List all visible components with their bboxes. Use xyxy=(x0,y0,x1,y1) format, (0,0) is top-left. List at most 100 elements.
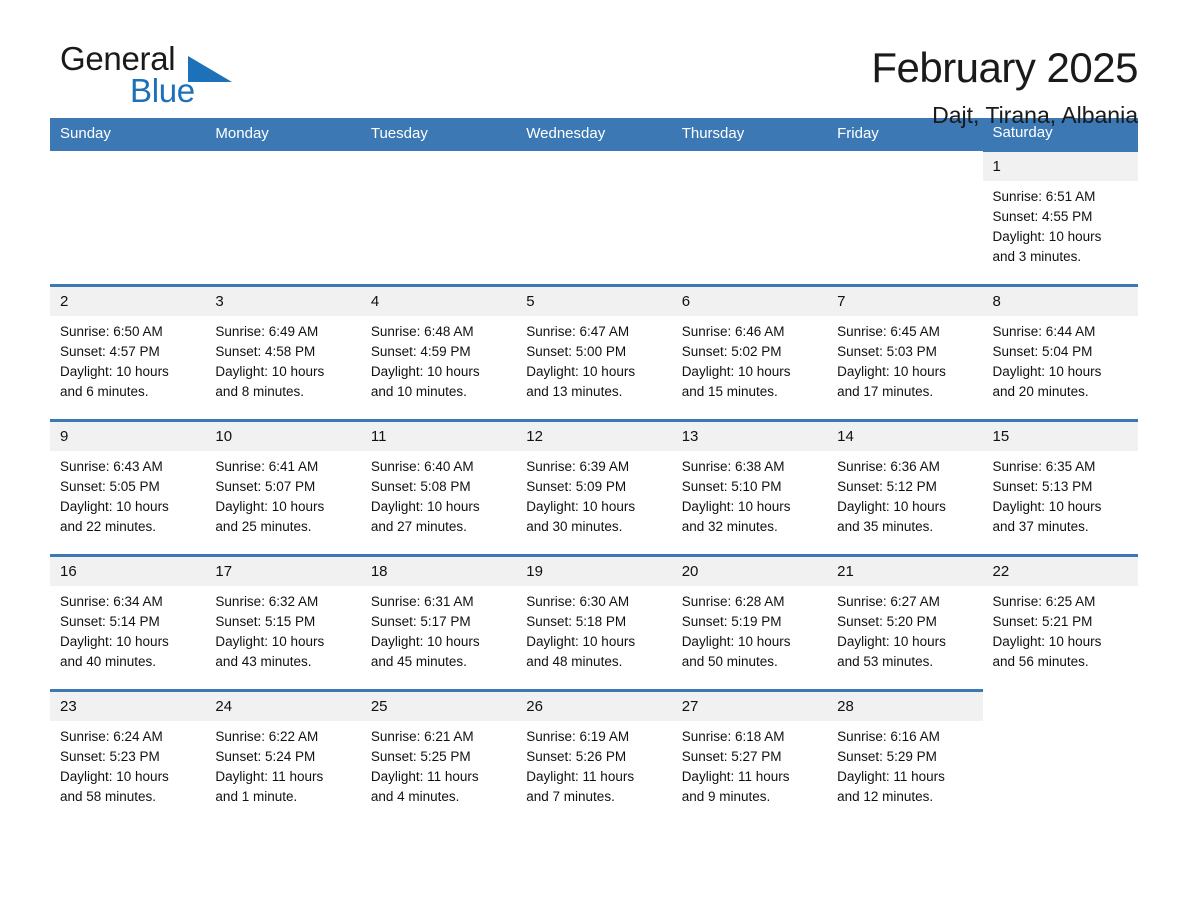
calendar-week-row: 9 Sunrise: 6:43 AM Sunset: 5:05 PM Daylight… xyxy=(50,419,1138,556)
day-details: Sunrise: 6:35 AM Sunset: 5:13 PM Daylight:… xyxy=(983,451,1138,537)
daylight-duration-line1: Daylight: 10 hours xyxy=(526,634,636,649)
day-details: Sunrise: 6:46 AM Sunset: 5:02 PM Daylight:… xyxy=(672,316,827,402)
calendar-day-cell[interactable]: 15 Sunrise: 6:35 AM Sunset: 5:13 PM Dayligh… xyxy=(982,419,1138,556)
calendar-day-cell[interactable]: 16 Sunrise: 6:34 AM Sunset: 5:14 PM Dayligh… xyxy=(50,554,206,691)
calendar-day-cell[interactable]: 18 Sunrise: 6:31 AM Sunset: 5:17 PM Dayligh… xyxy=(360,554,517,691)
daylight-duration-line2: and 45 minutes. xyxy=(370,654,467,669)
calendar-day-cell[interactable]: 19 Sunrise: 6:30 AM Sunset: 5:18 PM Dayligh… xyxy=(516,554,672,691)
sunset-time: Sunset: 5:02 PM xyxy=(681,344,782,359)
calendar-day-cell[interactable]: 9 Sunrise: 6:43 AM Sunset: 5:05 PM Daylight… xyxy=(50,419,206,556)
calendar-day-cell[interactable]: 24 Sunrise: 6:22 AM Sunset: 5:24 PM Dayligh… xyxy=(205,689,361,807)
sunset-time: Sunset: 5:27 PM xyxy=(681,749,782,764)
calendar-day-cell[interactable]: 11 Sunrise: 6:40 AM Sunset: 5:08 PM Dayligh… xyxy=(360,419,517,556)
daylight-duration-line2: and 22 minutes. xyxy=(60,519,157,534)
calendar-day-cell[interactable]: 14 Sunrise: 6:36 AM Sunset: 5:12 PM Dayligh… xyxy=(827,419,983,556)
calendar-week-row: 16 Sunrise: 6:34 AM Sunset: 5:14 PM Dayligh… xyxy=(50,554,1138,691)
calendar-day-cell[interactable]: 28 Sunrise: 6:16 AM Sunset: 5:29 PM Dayligh… xyxy=(827,689,983,807)
calendar-day-cell[interactable]: 26 Sunrise: 6:19 AM Sunset: 5:26 PM Dayligh… xyxy=(516,689,672,807)
weekday-header-wednesday: Wednesday xyxy=(516,118,672,151)
calendar-day-cell[interactable]: 13 Sunrise: 6:38 AM Sunset: 5:10 PM Dayligh… xyxy=(671,419,828,556)
calendar-day-cell[interactable]: 8 Sunrise: 6:44 AM Sunset: 5:04 PM Daylight… xyxy=(982,284,1138,421)
daylight-duration-line1: Daylight: 10 hours xyxy=(837,499,946,514)
calendar-day-cell[interactable]: 4 Sunrise: 6:48 AM Sunset: 4:59 PM Daylight… xyxy=(360,284,517,421)
sunset-time: Sunset: 5:08 PM xyxy=(370,479,471,494)
daylight-duration-line1: Daylight: 10 hours xyxy=(992,229,1102,244)
sunrise-time: Sunrise: 6:36 AM xyxy=(837,459,940,474)
day-number: 14 xyxy=(827,422,983,451)
sunset-time: Sunset: 5:20 PM xyxy=(837,614,937,629)
sunset-time: Sunset: 5:18 PM xyxy=(526,614,627,629)
triangle-icon xyxy=(188,56,232,82)
day-details: Sunrise: 6:34 AM Sunset: 5:14 PM Daylight:… xyxy=(50,586,205,672)
sunrise-time: Sunrise: 6:35 AM xyxy=(992,459,1096,474)
sunset-time: Sunset: 5:13 PM xyxy=(992,479,1093,494)
daylight-duration-line1: Daylight: 10 hours xyxy=(60,634,169,649)
sunrise-time: Sunrise: 6:21 AM xyxy=(370,729,474,744)
day-details: Sunrise: 6:39 AM Sunset: 5:09 PM Daylight:… xyxy=(516,451,671,537)
daylight-duration-line1: Daylight: 10 hours xyxy=(681,364,791,379)
daylight-duration-line2: and 1 minute. xyxy=(215,789,298,804)
day-details: Sunrise: 6:16 AM Sunset: 5:29 PM Daylight:… xyxy=(827,721,982,807)
day-details: Sunrise: 6:51 AM Sunset: 4:55 PM Daylight:… xyxy=(983,181,1138,267)
sunrise-time: Sunrise: 6:25 AM xyxy=(992,594,1096,609)
daylight-duration-line2: and 35 minutes. xyxy=(837,519,934,534)
daylight-duration-line2: and 15 minutes. xyxy=(681,384,778,399)
title-block: February 2025 Dajt, Tirana, Albania xyxy=(871,40,1138,132)
daylight-duration-line2: and 8 minutes. xyxy=(215,384,304,399)
day-number: 5 xyxy=(516,287,672,316)
sunset-time: Sunset: 5:25 PM xyxy=(370,749,471,764)
day-details: Sunrise: 6:19 AM Sunset: 5:26 PM Daylight:… xyxy=(516,721,671,807)
calendar-day-cell[interactable]: 5 Sunrise: 6:47 AM Sunset: 5:00 PM Daylight… xyxy=(516,284,672,421)
calendar-week-row: 1 Sunrise: 6:51 AM Sunset: 4:55 PM Daylight… xyxy=(50,149,1138,286)
day-number: 3 xyxy=(205,287,361,316)
calendar-day-cell[interactable]: 20 Sunrise: 6:28 AM Sunset: 5:19 PM Dayligh… xyxy=(671,554,828,691)
sunrise-time: Sunrise: 6:28 AM xyxy=(681,594,785,609)
daylight-duration-line2: and 27 minutes. xyxy=(370,519,467,534)
calendar-day-cell[interactable]: 17 Sunrise: 6:32 AM Sunset: 5:15 PM Dayligh… xyxy=(205,554,361,691)
daylight-duration-line2: and 56 minutes. xyxy=(992,654,1089,669)
daylight-duration-line1: Daylight: 10 hours xyxy=(526,364,636,379)
daylight-duration-line1: Daylight: 10 hours xyxy=(60,364,169,379)
calendar-day-cell[interactable]: 21 Sunrise: 6:27 AM Sunset: 5:20 PM Dayligh… xyxy=(827,554,983,691)
sunset-time: Sunset: 5:04 PM xyxy=(992,344,1093,359)
calendar-body: 1 Sunrise: 6:51 AM Sunset: 4:55 PM Daylight… xyxy=(50,149,1138,807)
calendar-day-cell[interactable]: 27 Sunrise: 6:18 AM Sunset: 5:27 PM Dayligh… xyxy=(671,689,828,807)
day-number: 19 xyxy=(516,557,672,586)
calendar-day-cell[interactable]: 3 Sunrise: 6:49 AM Sunset: 4:58 PM Daylight… xyxy=(205,284,361,421)
calendar-day-cell[interactable]: 2 Sunrise: 6:50 AM Sunset: 4:57 PM Daylight… xyxy=(50,284,206,421)
sunset-time: Sunset: 5:05 PM xyxy=(60,479,160,494)
calendar-day-cell[interactable]: 10 Sunrise: 6:41 AM Sunset: 5:07 PM Dayligh… xyxy=(205,419,361,556)
sunrise-time: Sunrise: 6:38 AM xyxy=(681,459,785,474)
calendar-day-cell[interactable]: 1 Sunrise: 6:51 AM Sunset: 4:55 PM Daylight… xyxy=(982,149,1138,286)
sunrise-time: Sunrise: 6:47 AM xyxy=(526,324,630,339)
daylight-duration-line1: Daylight: 10 hours xyxy=(992,364,1102,379)
daylight-duration-line2: and 48 minutes. xyxy=(526,654,623,669)
calendar-day-cell[interactable]: 12 Sunrise: 6:39 AM Sunset: 5:09 PM Dayligh… xyxy=(516,419,672,556)
calendar-day-cell[interactable]: 7 Sunrise: 6:45 AM Sunset: 5:03 PM Daylight… xyxy=(827,284,983,421)
day-number: 4 xyxy=(360,287,517,316)
sunrise-time: Sunrise: 6:32 AM xyxy=(215,594,319,609)
day-details: Sunrise: 6:48 AM Sunset: 4:59 PM Daylight:… xyxy=(361,316,516,402)
daylight-duration-line1: Daylight: 10 hours xyxy=(215,364,325,379)
daylight-duration-line1: Daylight: 10 hours xyxy=(215,634,325,649)
sunset-time: Sunset: 5:14 PM xyxy=(60,614,160,629)
calendar-day-cell-empty xyxy=(516,150,672,286)
day-number: 17 xyxy=(205,557,361,586)
page-title: February 2025 xyxy=(871,44,1138,91)
sunset-time: Sunset: 5:09 PM xyxy=(526,479,627,494)
sunrise-time: Sunrise: 6:30 AM xyxy=(526,594,630,609)
daylight-duration-line2: and 17 minutes. xyxy=(837,384,934,399)
daylight-duration-line1: Daylight: 10 hours xyxy=(681,499,791,514)
calendar-day-cell[interactable]: 23 Sunrise: 6:24 AM Sunset: 5:23 PM Dayligh… xyxy=(50,689,206,807)
daylight-duration-line2: and 43 minutes. xyxy=(215,654,312,669)
daylight-duration-line1: Daylight: 10 hours xyxy=(526,499,636,514)
general-blue-logo[interactable]: General Blue xyxy=(50,40,250,114)
calendar-day-cell-empty xyxy=(360,150,517,286)
sunset-time: Sunset: 4:59 PM xyxy=(370,344,471,359)
daylight-duration-line1: Daylight: 10 hours xyxy=(992,499,1102,514)
calendar-day-cell[interactable]: 25 Sunrise: 6:21 AM Sunset: 5:25 PM Dayligh… xyxy=(360,689,517,807)
calendar-day-cell[interactable]: 6 Sunrise: 6:46 AM Sunset: 5:02 PM Daylight… xyxy=(671,284,828,421)
calendar-day-cell[interactable]: 22 Sunrise: 6:25 AM Sunset: 5:21 PM Dayligh… xyxy=(982,554,1138,691)
daylight-duration-line2: and 32 minutes. xyxy=(681,519,778,534)
daylight-duration-line1: Daylight: 11 hours xyxy=(526,769,635,784)
